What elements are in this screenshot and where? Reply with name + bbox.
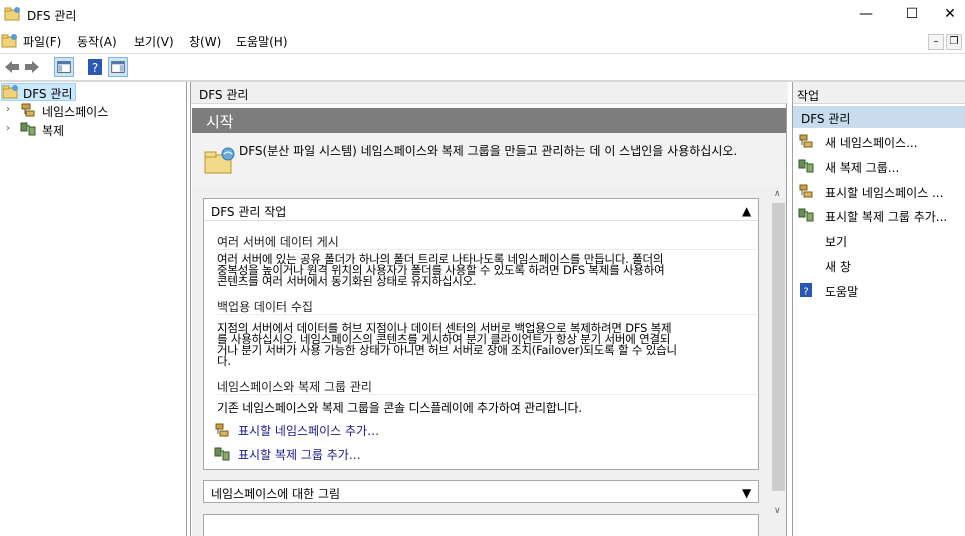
action-label: 새 복제 그룹... (825, 161, 900, 175)
action-help[interactable]: ? 도움말 (793, 279, 965, 301)
mdi-controls: – ❐ (926, 33, 962, 50)
add-replication-link[interactable]: 표시할 복제 그룹 추가… (238, 446, 361, 463)
section-title-backup: 백업용 데이터 수집 (217, 300, 313, 314)
action-view[interactable]: 보기 (793, 229, 965, 251)
next-panel (203, 514, 759, 536)
vertical-scrollbar[interactable]: ∧ ∨ (771, 187, 786, 522)
collapse-arrow-icon[interactable]: ▲ (742, 204, 751, 218)
add-replication-display-icon (798, 208, 814, 222)
back-icon[interactable] (2, 57, 22, 77)
chevron-right-icon[interactable]: › (6, 104, 10, 115)
mdi-minimize-button[interactable]: – (928, 34, 944, 50)
help-icon: ? (800, 283, 812, 298)
tree-item-dfs-management[interactable]: DFS 관리 (0, 83, 187, 101)
namespace-icon (21, 103, 35, 117)
action-label: 표시할 복제 그룹 추가... (825, 210, 948, 224)
section-divider (217, 314, 757, 315)
namespace-add-icon (215, 423, 229, 437)
minimize-button[interactable]: — (843, 0, 889, 29)
scroll-up-icon[interactable]: ∧ (774, 189, 781, 199)
actions-header-title: 작업 (797, 89, 820, 103)
actions-group-header[interactable]: DFS 관리 (793, 106, 965, 128)
section-text-manage: 기존 네임스페이스와 복제 그룹을 콘솔 디스플레이에 추가하여 관리합니다. (217, 401, 749, 415)
actions-pane: 작업 DFS 관리 새 네임스페이스... 새 복제 그룹... 표시할 네임스… (792, 82, 965, 536)
new-namespace-icon (799, 134, 813, 148)
results-pane: DFS 관리 시작 DFS(분산 파일 시스템) 네임스페이스와 복제 그룹을 … (190, 82, 788, 536)
action-add-replication-display[interactable]: 표시할 복제 그룹 추가... (793, 204, 965, 226)
panel-title: DFS 관리 작업 (211, 205, 287, 219)
mdi-restore-button[interactable]: ❐ (946, 34, 962, 50)
dfs-app-icon (4, 7, 20, 21)
expand-arrow-icon[interactable]: ▼ (742, 486, 751, 500)
section-divider (217, 394, 757, 395)
action-new-replication-group[interactable]: 새 복제 그룹... (793, 155, 965, 177)
menu-file[interactable]: 파일(F) (23, 33, 61, 50)
tree-root-label: DFS 관리 (23, 87, 73, 101)
console-tree: DFS 관리 › 네임스페이스 › 복제 (0, 82, 187, 536)
show-hide-action-pane-icon[interactable] (108, 57, 128, 77)
help-icon[interactable]: ? (85, 57, 105, 77)
menu-view[interactable]: 보기(V) (134, 33, 174, 50)
actions-group-title: DFS 관리 (801, 112, 851, 126)
tree-replication-label: 복제 (42, 124, 65, 138)
namespace-diagram-panel[interactable]: 네임스페이스에 대한 그림 ▼ (203, 480, 759, 503)
section-text-publish: 여러 서버에 있는 공유 폴더가 하나의 폴더 트리로 나타나도록 네임스페이스… (217, 253, 749, 288)
menu-bar: 파일(F) 동작(A) 보기(V) 창(W) 도움말(H) – ❐ (0, 29, 965, 53)
show-hide-console-tree-icon[interactable] (54, 57, 74, 77)
add-namespace-link[interactable]: 표시할 네임스페이스 추가… (238, 422, 379, 439)
toolbar: ? (0, 53, 965, 80)
tree-namespace-label: 네임스페이스 (42, 105, 109, 119)
action-new-window[interactable]: 새 창 (793, 254, 965, 276)
replication-add-icon (214, 447, 230, 461)
section-line: 거나 분기 서버가 사용 가능한 상태가 아니면 허브 서버로 장애 조치(Fa… (217, 343, 677, 357)
svg-text:?: ? (92, 61, 98, 75)
title-bar: DFS 관리 — ☐ ✕ (0, 0, 965, 29)
action-label: 도움말 (825, 285, 859, 299)
panel-header[interactable]: DFS 관리 작업 ▲ (204, 199, 758, 221)
section-line: 콘텐츠를 여러 서버에서 동기화된 상태로 유지하십시오. (217, 274, 477, 288)
action-label: 새 창 (825, 260, 851, 274)
replication-icon (20, 122, 36, 136)
tree-item-namespace[interactable]: › 네임스페이스 (0, 101, 187, 119)
action-label: 새 네임스페이스... (825, 136, 918, 150)
section-divider (217, 249, 757, 250)
close-button[interactable]: ✕ (935, 0, 965, 29)
panel2-title: 네임스페이스에 대한 그림 (211, 487, 341, 501)
dfs-large-icon (204, 147, 235, 174)
action-label: 보기 (825, 235, 848, 249)
results-header-title: DFS 관리 (199, 88, 249, 102)
menu-help[interactable]: 도움말(H) (236, 33, 288, 50)
new-replication-group-icon (798, 159, 814, 173)
dfs-root-icon (2, 85, 18, 99)
results-header: DFS 관리 (191, 82, 788, 104)
action-add-namespace-display[interactable]: 표시할 네임스페이스 ... (793, 180, 965, 202)
banner-title: 시작 (206, 113, 234, 131)
system-menu-icon[interactable] (1, 32, 19, 50)
intro-text: DFS(분산 파일 시스템) 네임스페이스와 복제 그룹을 만들고 관리하는 데… (239, 144, 738, 158)
action-label: 표시할 네임스페이스 ... (825, 186, 944, 200)
section-line: 다. (217, 354, 231, 368)
intro-section: DFS(분산 파일 시스템) 네임스페이스와 복제 그룹을 만들고 관리하는 데… (192, 133, 786, 187)
section-title-publish: 여러 서버에 데이터 게시 (217, 235, 339, 249)
window-title: DFS 관리 (27, 9, 77, 23)
actions-header: 작업 (793, 82, 965, 104)
scroll-down-icon[interactable]: ∨ (774, 506, 781, 516)
section-line: 기존 네임스페이스와 복제 그룹을 콘솔 디스플레이에 추가하여 관리합니다. (217, 401, 582, 415)
menu-window[interactable]: 창(W) (189, 33, 221, 50)
tree-item-replication[interactable]: › 복제 (0, 120, 187, 138)
start-banner: 시작 (192, 108, 786, 133)
menu-action[interactable]: 동작(A) (77, 33, 117, 50)
forward-icon[interactable] (22, 57, 42, 77)
dfs-tasks-panel: DFS 관리 작업 ▲ 여러 서버에 데이터 게시 여러 서버에 있는 공유 폴… (203, 198, 759, 470)
action-new-namespace[interactable]: 새 네임스페이스... (793, 130, 965, 152)
section-text-backup: 지점의 서버에서 데이터를 허브 지점이나 데이터 센터의 서버로 백업용으로 … (217, 322, 749, 368)
chevron-right-icon[interactable]: › (6, 123, 10, 134)
scroll-thumb[interactable] (772, 203, 785, 491)
svg-text:?: ? (803, 287, 808, 298)
maximize-button[interactable]: ☐ (889, 0, 935, 29)
section-title-manage: 네임스페이스와 복제 그룹 관리 (217, 380, 372, 394)
add-namespace-display-icon (799, 184, 813, 198)
